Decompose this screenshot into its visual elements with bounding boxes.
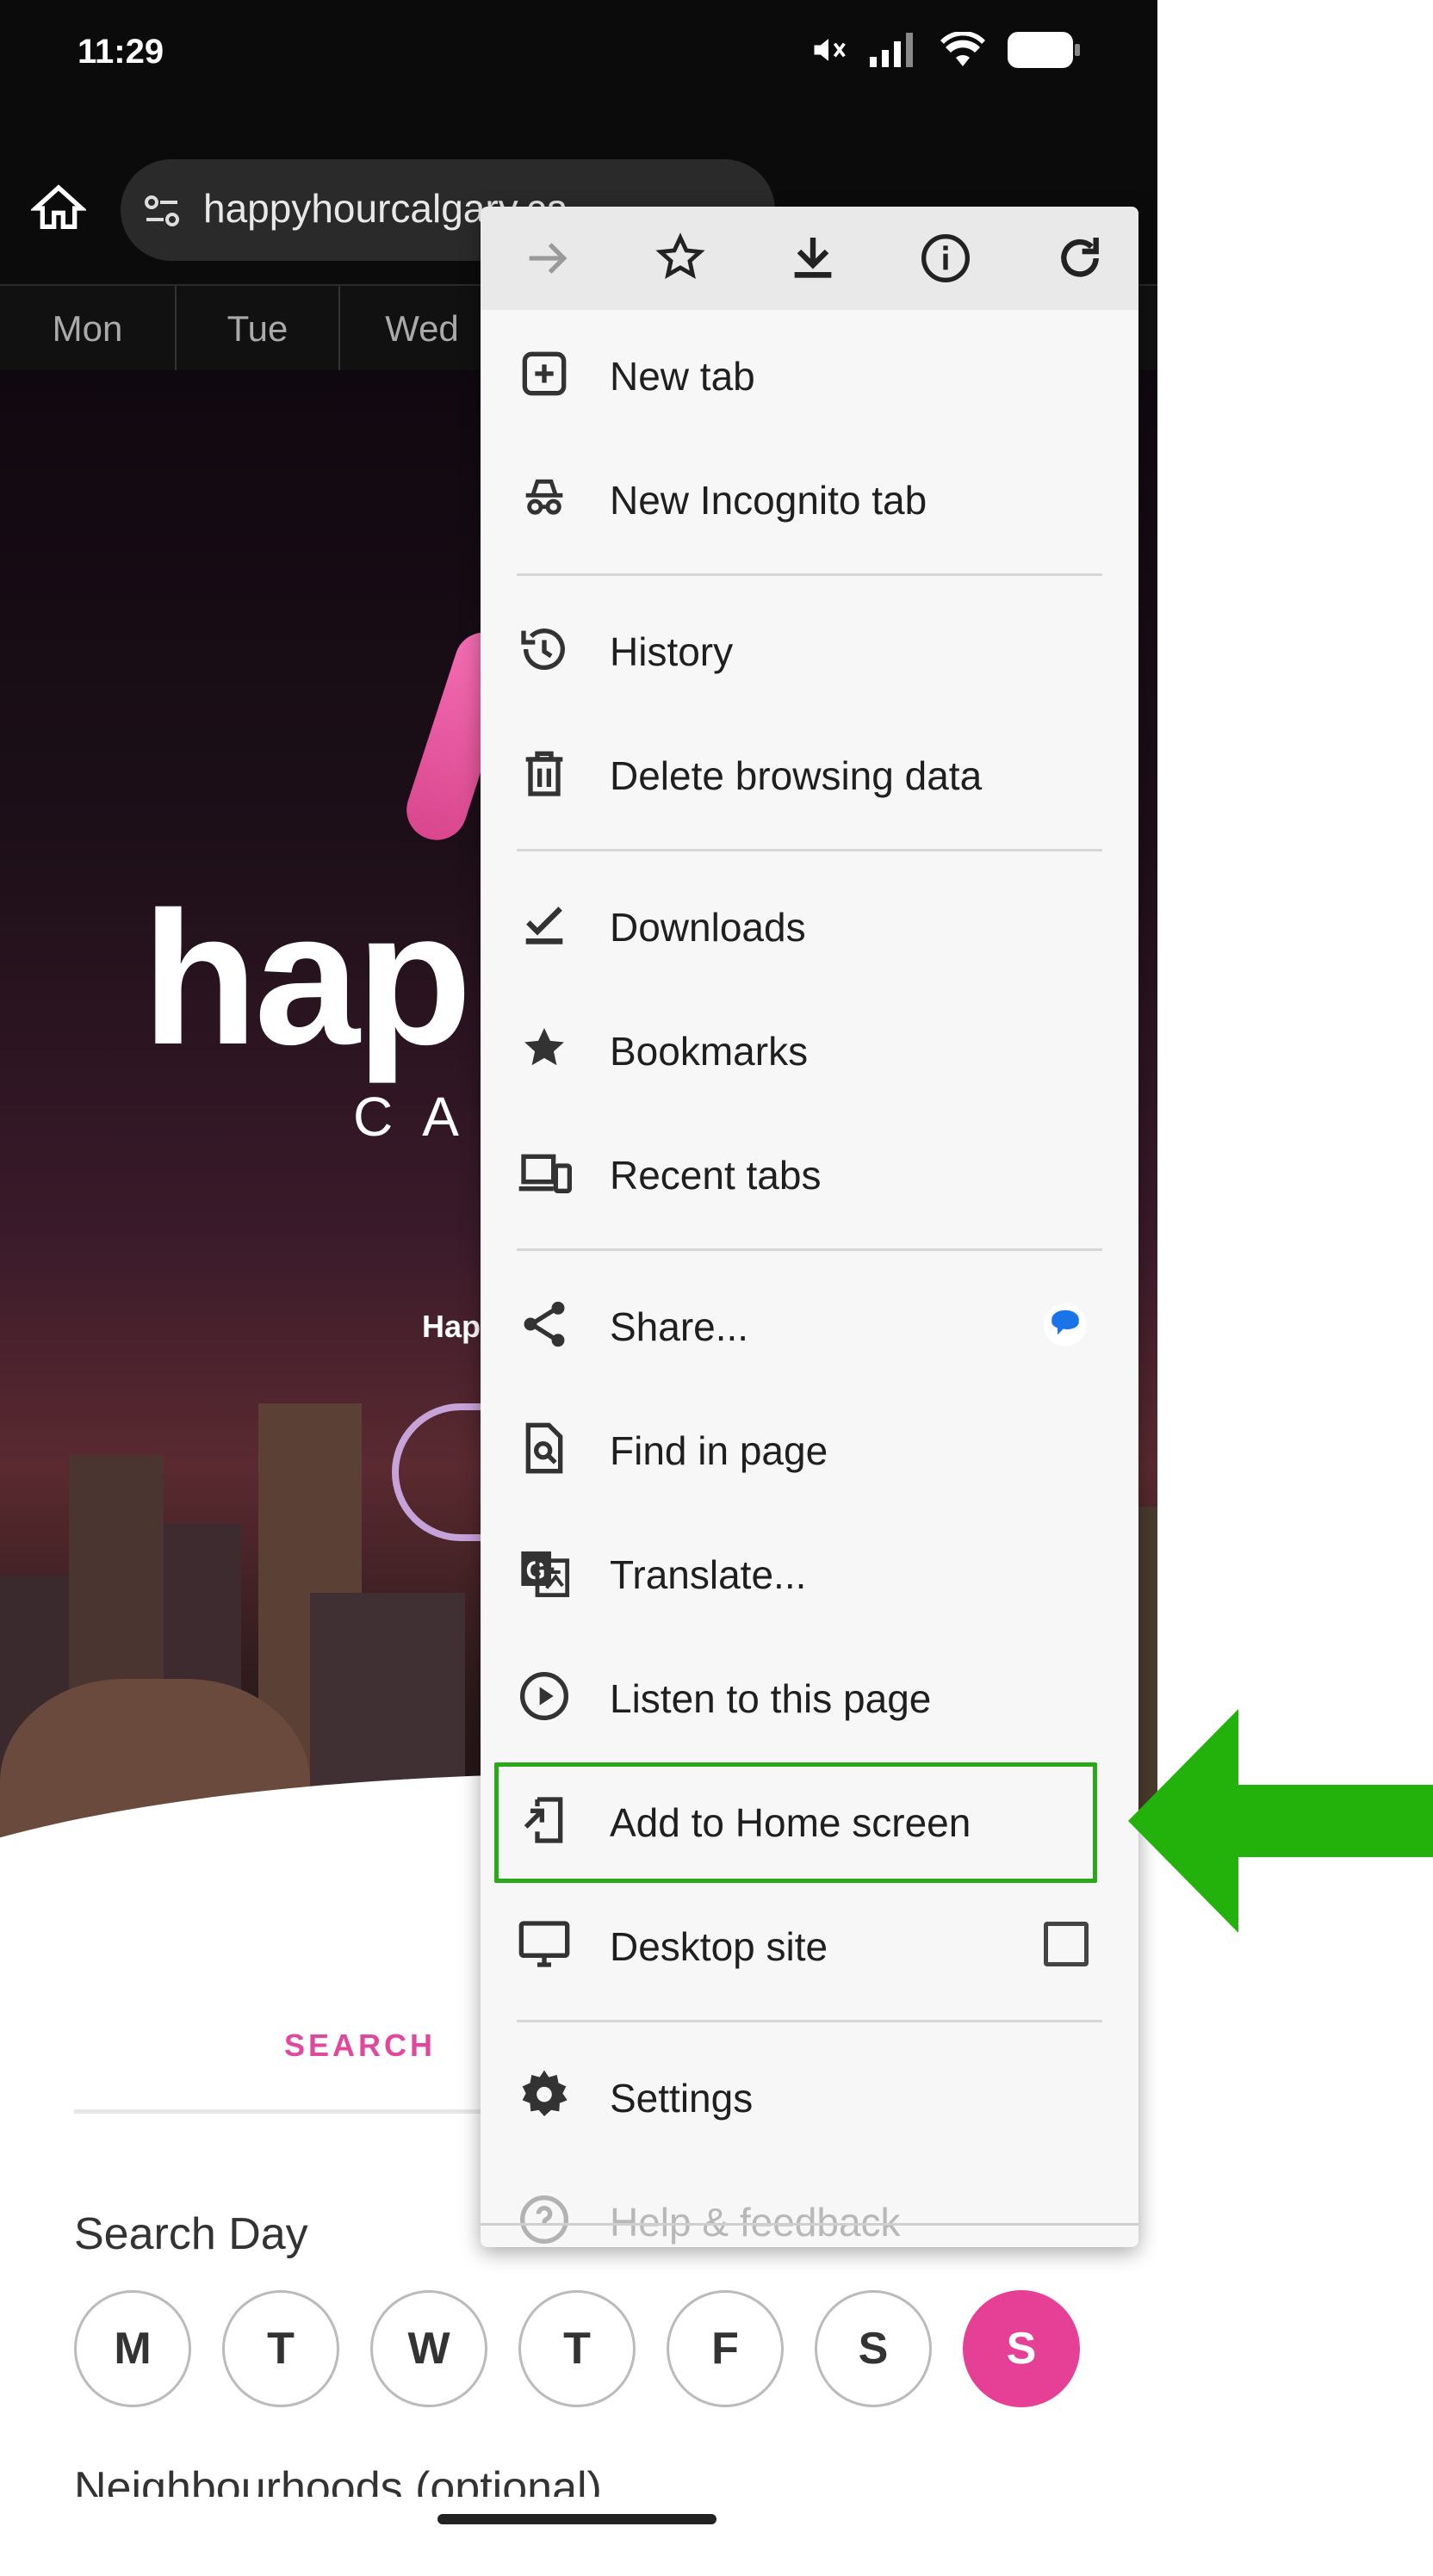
menu-item-history[interactable]: History xyxy=(481,587,1138,711)
highlight-box xyxy=(494,1762,1097,1883)
menu-bottom-edge xyxy=(481,2223,1138,2226)
bookmark-star-icon[interactable] xyxy=(653,231,708,286)
menu-item-label: Bookmarks xyxy=(610,1029,809,1074)
day-button-friday[interactable]: F xyxy=(667,2290,784,2407)
downloads-check-icon xyxy=(525,907,563,944)
menu-item-new-tab[interactable]: New tab xyxy=(481,312,1138,436)
menu-item-label: Translate... xyxy=(610,1552,807,1597)
site-settings-icon[interactable] xyxy=(141,190,183,232)
menu-item-label: History xyxy=(610,629,734,674)
mute-icon xyxy=(814,39,846,61)
day-button-monday[interactable]: M xyxy=(74,2290,191,2407)
hero-subtitle: CA xyxy=(353,1086,488,1148)
wifi-icon xyxy=(940,32,985,66)
devices-icon xyxy=(518,1154,572,1193)
menu-item-label: Downloads xyxy=(610,905,806,950)
menu-divider xyxy=(517,573,1102,576)
desktop-site-checkbox[interactable] xyxy=(1044,1922,1089,1966)
download-icon[interactable] xyxy=(785,231,841,286)
menu-item-listen-to-this-page[interactable]: Listen to this page xyxy=(481,1634,1138,1758)
hero-tagline: Hap xyxy=(422,1309,481,1344)
search-day-label: Search Day xyxy=(74,2209,308,2259)
annotation-arrow-icon xyxy=(1128,1709,1433,1933)
menu-item-label: Help & feedback xyxy=(610,2200,901,2245)
menu-item-share[interactable]: Share... xyxy=(481,1262,1138,1386)
tab-search[interactable]: SEARCH xyxy=(284,2028,436,2064)
menu-item-label: Desktop site xyxy=(610,1924,828,1969)
desktop-icon xyxy=(518,1921,570,1967)
neighbourhoods-label: Neighbourhoods (optional) xyxy=(74,2463,602,2497)
menu-item-label: New tab xyxy=(610,354,755,399)
menu-item-delete-browsing-data[interactable]: Delete browsing data xyxy=(481,711,1138,835)
refresh-icon[interactable] xyxy=(1052,231,1107,286)
messages-app-icon[interactable] xyxy=(1042,1302,1089,1348)
menu-item-label: Share... xyxy=(610,1304,749,1349)
chrome-overflow-menu: New tab New Incognito tab History Delete… xyxy=(481,207,1138,2247)
menu-item-label: Recent tabs xyxy=(610,1153,822,1198)
signal-icon xyxy=(870,33,913,67)
info-icon[interactable] xyxy=(918,231,973,286)
play-circle-icon xyxy=(520,1672,568,1720)
incognito-icon xyxy=(525,479,563,515)
trash-icon xyxy=(525,751,563,796)
star-icon xyxy=(524,1028,564,1066)
home-indicator[interactable] xyxy=(437,2514,716,2524)
find-in-page-icon xyxy=(525,1422,563,1474)
menu-item-label: Find in page xyxy=(610,1428,828,1473)
status-icons xyxy=(810,31,1080,69)
day-tab-mon[interactable]: Mon xyxy=(0,286,177,372)
menu-divider xyxy=(517,2020,1102,2022)
menu-item-bookmarks[interactable]: Bookmarks xyxy=(481,987,1138,1111)
day-tab-wed[interactable]: Wed xyxy=(340,286,504,372)
menu-divider xyxy=(517,849,1102,851)
menu-item-label: Delete browsing data xyxy=(610,753,983,798)
help-icon xyxy=(520,2195,568,2244)
battery-icon xyxy=(1008,32,1080,68)
menu-item-translate[interactable]: G Translate... xyxy=(481,1510,1138,1634)
day-button-thursday[interactable]: T xyxy=(518,2290,636,2407)
day-button-saturday[interactable]: S xyxy=(815,2290,932,2407)
menu-toolbar xyxy=(481,207,1138,310)
day-button-sunday[interactable]: S xyxy=(963,2290,1080,2407)
menu-divider xyxy=(517,1248,1102,1251)
menu-item-downloads[interactable]: Downloads xyxy=(481,863,1138,987)
home-icon[interactable] xyxy=(31,181,86,236)
history-icon xyxy=(521,629,565,671)
menu-item-help-feedback[interactable]: Help & feedback xyxy=(481,2158,1138,2247)
menu-item-new-incognito-tab[interactable]: New Incognito tab xyxy=(481,436,1138,560)
menu-item-label: Settings xyxy=(610,2076,754,2121)
phone-screen: 11:29 happyhourcalgary.ca Mon Tue Wed ha… xyxy=(0,0,1157,2576)
menu-item-find-in-page[interactable]: Find in page xyxy=(481,1386,1138,1510)
translate-icon: G xyxy=(521,1551,570,1598)
menu-item-label: New Incognito tab xyxy=(610,478,927,523)
day-button-wednesday[interactable]: W xyxy=(370,2290,487,2407)
day-tab-tue[interactable]: Tue xyxy=(177,286,340,372)
new-tab-icon xyxy=(522,351,567,396)
day-button-tuesday[interactable]: T xyxy=(222,2290,339,2407)
gear-icon xyxy=(522,2070,568,2116)
menu-item-desktop-site[interactable]: Desktop site xyxy=(481,1882,1138,2006)
menu-item-settings[interactable]: Settings xyxy=(481,2034,1138,2158)
status-time: 11:29 xyxy=(78,33,164,71)
forward-icon[interactable] xyxy=(520,231,575,286)
share-icon xyxy=(524,1301,565,1347)
menu-item-recent-tabs[interactable]: Recent tabs xyxy=(481,1111,1138,1235)
menu-item-label: Listen to this page xyxy=(610,1676,932,1721)
